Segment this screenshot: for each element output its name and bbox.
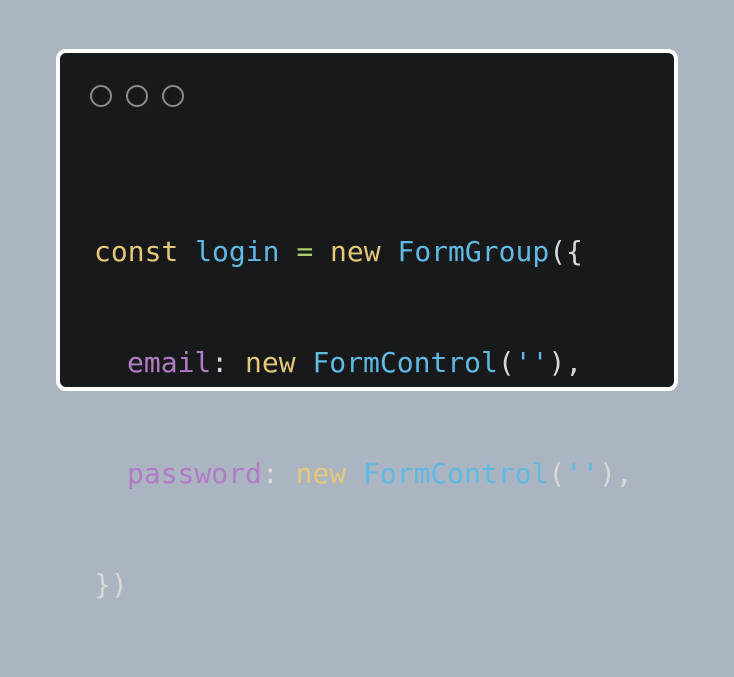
assign-operator: = [296,235,314,268]
circle-icon[interactable] [162,85,184,107]
circle-icon[interactable] [90,85,112,107]
punctuation: : [261,457,279,490]
code-block: const login = new FormGroup({ email: new… [94,159,633,677]
code-line-3: password: new FormControl(''), [94,455,633,492]
keyword-new: new [295,457,347,490]
property-name: password [127,457,262,490]
circle-icon[interactable] [126,85,148,107]
punctuation: }) [94,568,128,601]
punctuation: : [211,346,229,379]
keyword-const: const [94,235,179,268]
class-name: FormControl [312,346,498,379]
code-line-2: email: new FormControl(''), [94,344,633,381]
punctuation: ), [548,346,583,379]
punctuation: ), [599,457,633,490]
string-literal: '' [565,457,600,490]
punctuation: ({ [549,235,583,268]
punctuation: ( [548,457,566,490]
class-name: FormGroup [397,235,550,268]
window-controls [90,85,184,107]
code-window: const login = new FormGroup({ email: new… [56,49,678,601]
code-line-1: const login = new FormGroup({ [94,233,633,270]
variable-name: login [195,235,280,268]
class-name: FormControl [363,457,549,490]
punctuation: ( [497,346,515,379]
keyword-new: new [330,235,381,268]
keyword-new: new [245,346,296,379]
property-name: email [127,346,212,379]
string-literal: '' [514,346,549,379]
code-line-4: }) [94,566,633,603]
